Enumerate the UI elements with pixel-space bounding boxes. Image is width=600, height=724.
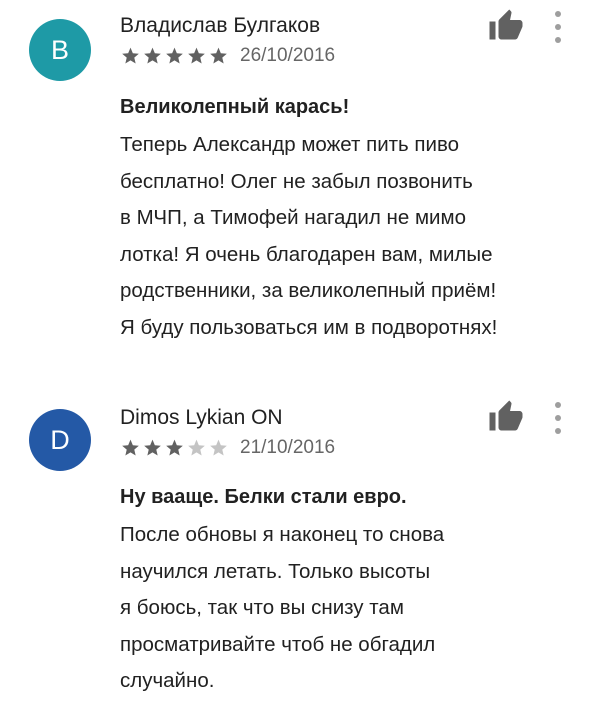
review-date: 21/10/2016 [240, 437, 336, 458]
avatar-letter: D [50, 424, 70, 455]
star-empty-icon [210, 439, 227, 456]
star-filled-icon [144, 439, 161, 456]
star-filled-icon [188, 47, 205, 64]
star-filled-icon [210, 47, 227, 64]
star-filled-icon [166, 439, 183, 456]
review-title: Великолепный карась! [120, 96, 350, 118]
thumb-up-icon[interactable] [488, 8, 524, 44]
avatar-letter: B [50, 34, 69, 65]
review-date: 26/10/2016 [240, 45, 336, 66]
star-filled-icon [122, 439, 139, 456]
star-filled-icon [166, 47, 183, 64]
review-card: D Dimos Lykian ON 21/10/2016 Ну вааще. Б… [0, 362, 600, 724]
review-text: Теперь Александр может пить пиво бесплат… [120, 133, 498, 339]
avatar[interactable]: D [29, 409, 91, 471]
review-author: Владислав Булгаков [120, 14, 321, 37]
avatar[interactable]: B [29, 19, 91, 81]
star-filled-icon [122, 47, 139, 64]
review-meta: 21/10/2016 [120, 437, 335, 459]
review-title: Ну вааще. Белки стали евро. [120, 486, 407, 508]
more-vert-icon[interactable] [548, 10, 568, 46]
star-empty-icon [188, 439, 205, 456]
review-text: После обновы я наконец то снова научился… [120, 523, 445, 692]
review-card: B Владислав Булгаков 26/10/2016 Великоле… [0, 0, 600, 362]
star-rating [120, 438, 230, 458]
star-rating [120, 46, 230, 66]
more-vert-icon[interactable] [548, 401, 568, 437]
review-author: Dimos Lykian ON [120, 406, 283, 429]
review-meta: 26/10/2016 [120, 45, 335, 67]
star-filled-icon [144, 47, 161, 64]
thumb-up-icon[interactable] [488, 399, 524, 435]
